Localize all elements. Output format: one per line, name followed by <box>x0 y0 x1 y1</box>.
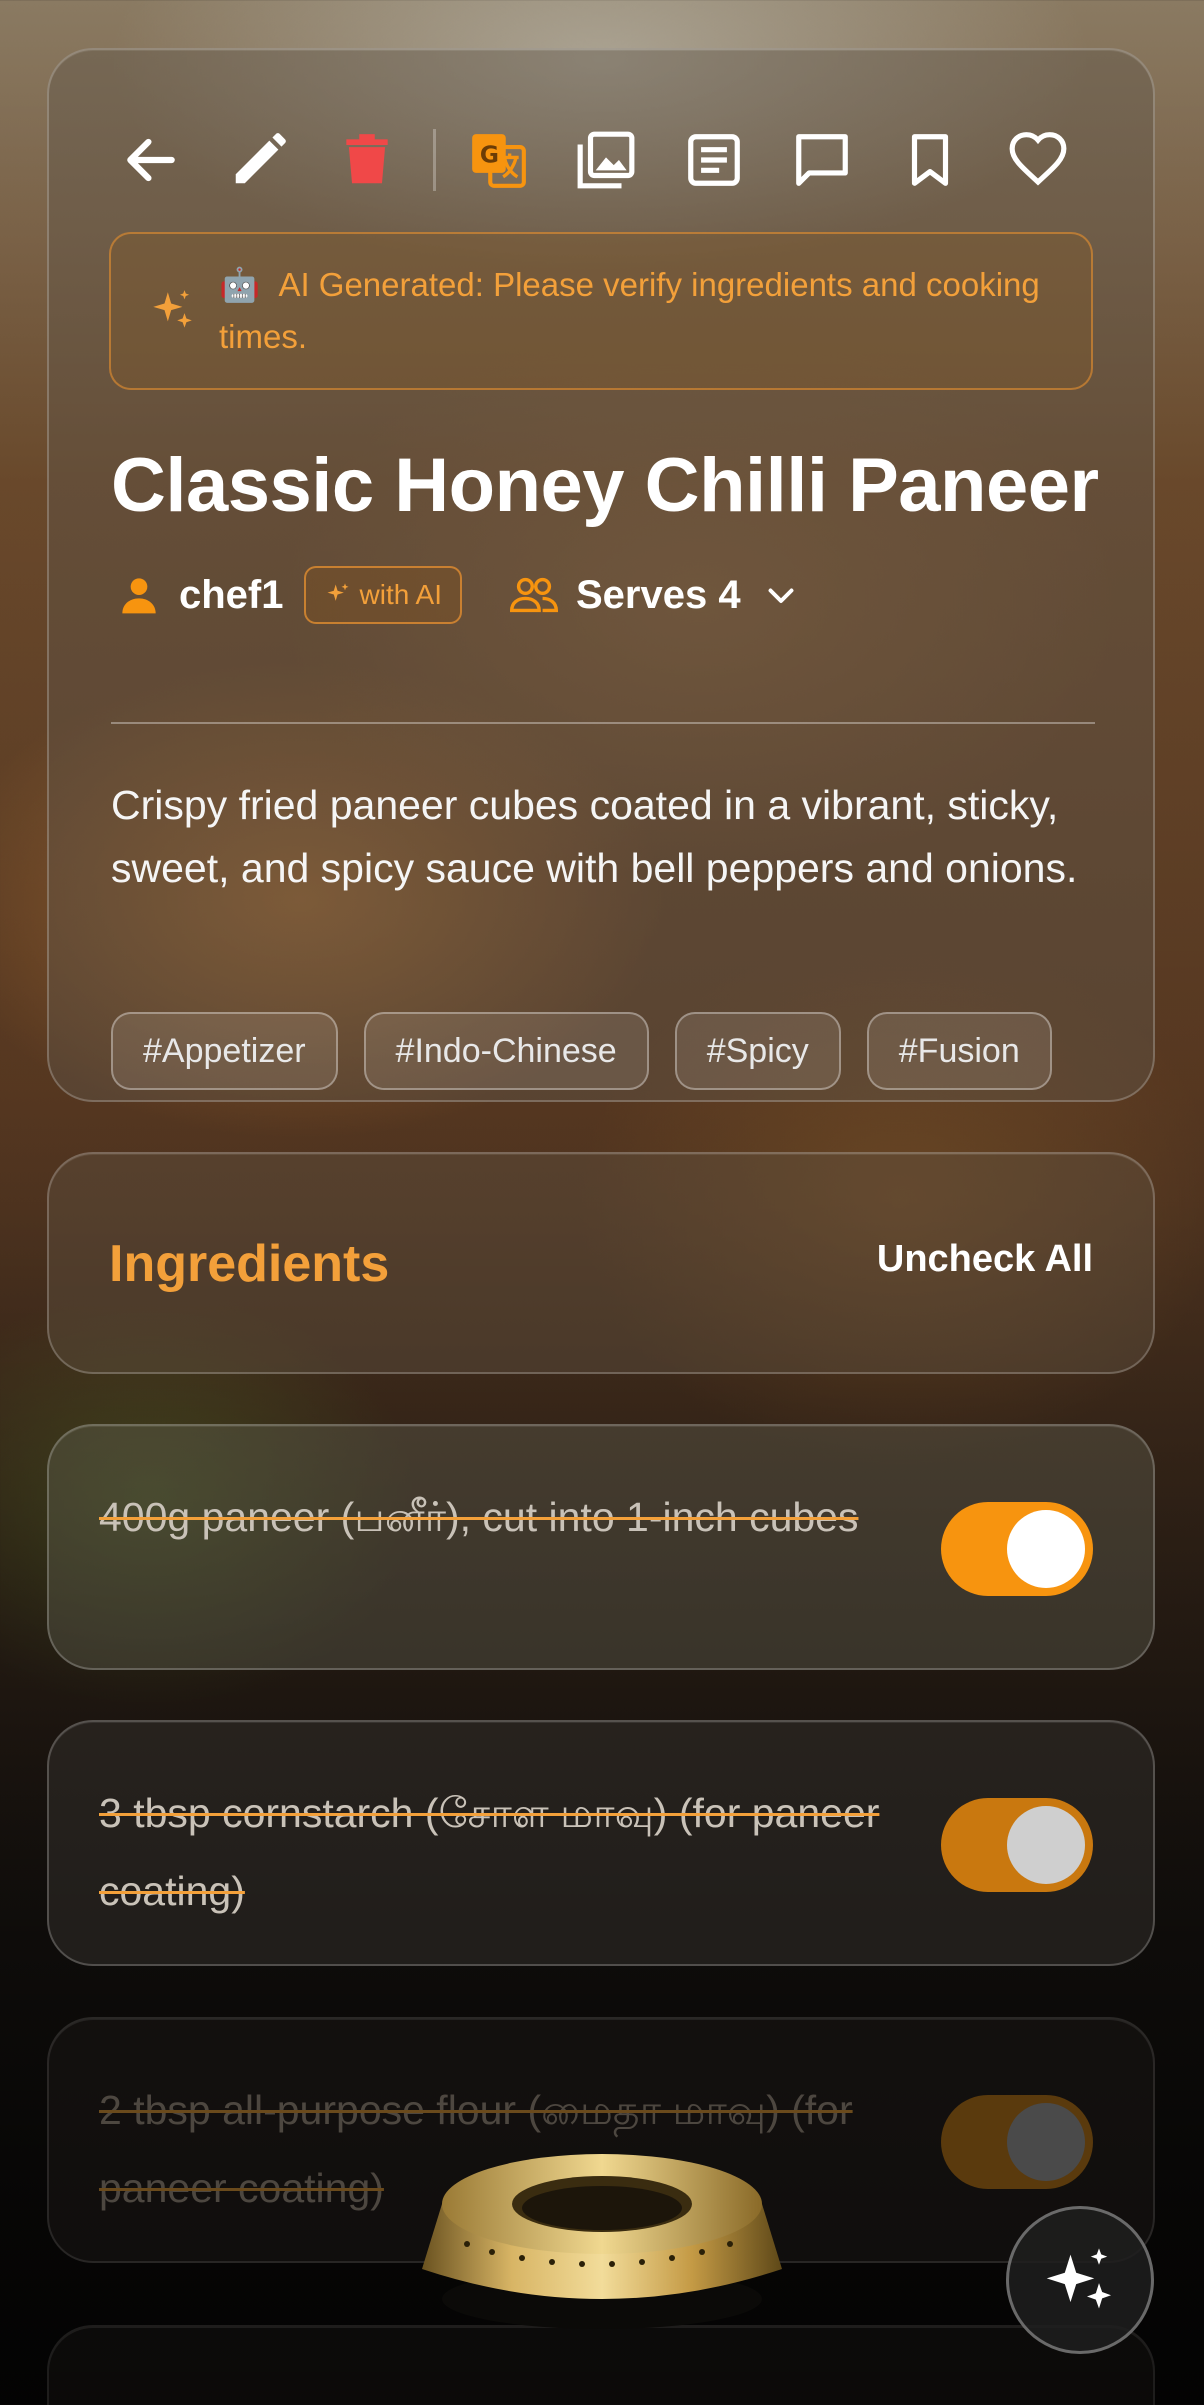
toggle-knob <box>1007 1806 1085 1884</box>
notes-button[interactable] <box>674 120 754 200</box>
with-ai-badge: with AI <box>303 566 462 624</box>
recipe-meta: chef1 with AI Serves 4 <box>111 560 1091 630</box>
header-divider <box>111 722 1095 724</box>
tag-chip[interactable]: #Indo-Chinese <box>363 1012 649 1090</box>
document-icon <box>688 134 740 186</box>
bookmark-icon <box>911 134 949 186</box>
heart-icon <box>1009 132 1067 186</box>
delete-button[interactable] <box>327 120 407 200</box>
group-icon <box>509 577 558 613</box>
translate-button[interactable]: G <box>458 120 538 200</box>
recipe-description: Crispy fried paneer cubes coated in a vi… <box>111 782 1078 891</box>
ingredients-header-card: Ingredients Uncheck All <box>47 1152 1155 1374</box>
ingredient-text: 3 tbsp cornstarch (சோள மாவு) (for paneer… <box>99 1790 880 1914</box>
chevron-down-icon <box>768 588 794 603</box>
back-button[interactable] <box>111 120 191 200</box>
favorite-button[interactable] <box>998 120 1078 200</box>
serves-label: Serves 4 <box>575 572 741 617</box>
tag-chip[interactable]: #Appetizer <box>111 1012 338 1090</box>
ai-banner-text: 🤖 AI Generated: Please verify ingredient… <box>219 259 1061 363</box>
recipe-header-card: G 🤖 AI Generated: Please verify ingredie… <box>47 48 1155 1102</box>
bookmark-button[interactable] <box>890 120 970 200</box>
tag-list: #Appetizer #Indo-Chinese #Spicy #Fusion <box>111 1012 1095 1090</box>
svg-text:G: G <box>480 142 499 169</box>
toggle-knob <box>1007 2103 1085 2181</box>
tag-chip[interactable]: #Fusion <box>866 1012 1052 1090</box>
robot-icon: 🤖 <box>219 266 261 303</box>
recipe-title: Classic Honey Chilli Paneer <box>111 443 1099 528</box>
with-ai-label: with AI <box>359 579 442 610</box>
ingredient-item[interactable]: 400g paneer (பனீர்), cut into 1-inch cub… <box>47 1424 1155 1670</box>
author-name[interactable]: chef1 <box>179 573 284 618</box>
serves-selector[interactable]: Serves 4 <box>509 572 799 618</box>
ai-banner-message: AI Generated: Please verify ingredients … <box>219 266 1040 355</box>
toolbar-separator <box>433 129 436 191</box>
ingredient-toggle[interactable] <box>941 1798 1093 1892</box>
ingredient-toggle[interactable] <box>941 1502 1093 1596</box>
back-arrow-icon <box>127 138 175 182</box>
toggle-knob <box>1007 1510 1085 1588</box>
comment-icon <box>796 134 848 186</box>
ingredient-item[interactable]: 3 tbsp cornstarch (சோள மாவு) (for paneer… <box>47 1720 1155 1966</box>
ingredient-toggle[interactable] <box>941 2095 1093 2189</box>
edit-button[interactable] <box>219 120 299 200</box>
person-icon <box>122 578 156 614</box>
recipe-toolbar: G <box>111 120 1091 200</box>
edit-pencil-icon <box>235 133 286 184</box>
ai-generated-banner: 🤖 AI Generated: Please verify ingredient… <box>109 232 1093 390</box>
comments-button[interactable] <box>782 120 862 200</box>
sparkle-icon <box>153 290 192 328</box>
delete-trash-icon <box>346 134 388 184</box>
burner-decoration <box>422 2154 782 2329</box>
uncheck-all-button[interactable]: Uncheck All <box>877 1238 1093 1281</box>
gallery-icon <box>577 131 635 189</box>
sparkles-icon <box>1046 2248 1112 2309</box>
gallery-button[interactable] <box>566 120 646 200</box>
tag-chip[interactable]: #Spicy <box>674 1012 841 1090</box>
translate-icon: G <box>472 134 526 188</box>
ingredient-item-partial <box>47 2325 1155 2405</box>
ingredient-text: 400g paneer (பனீர்), cut into 1-inch cub… <box>99 1494 859 1540</box>
ingredients-heading: Ingredients <box>109 1235 390 1293</box>
ai-assistant-button[interactable] <box>1006 2206 1154 2354</box>
sparkle-small-icon <box>327 583 348 601</box>
